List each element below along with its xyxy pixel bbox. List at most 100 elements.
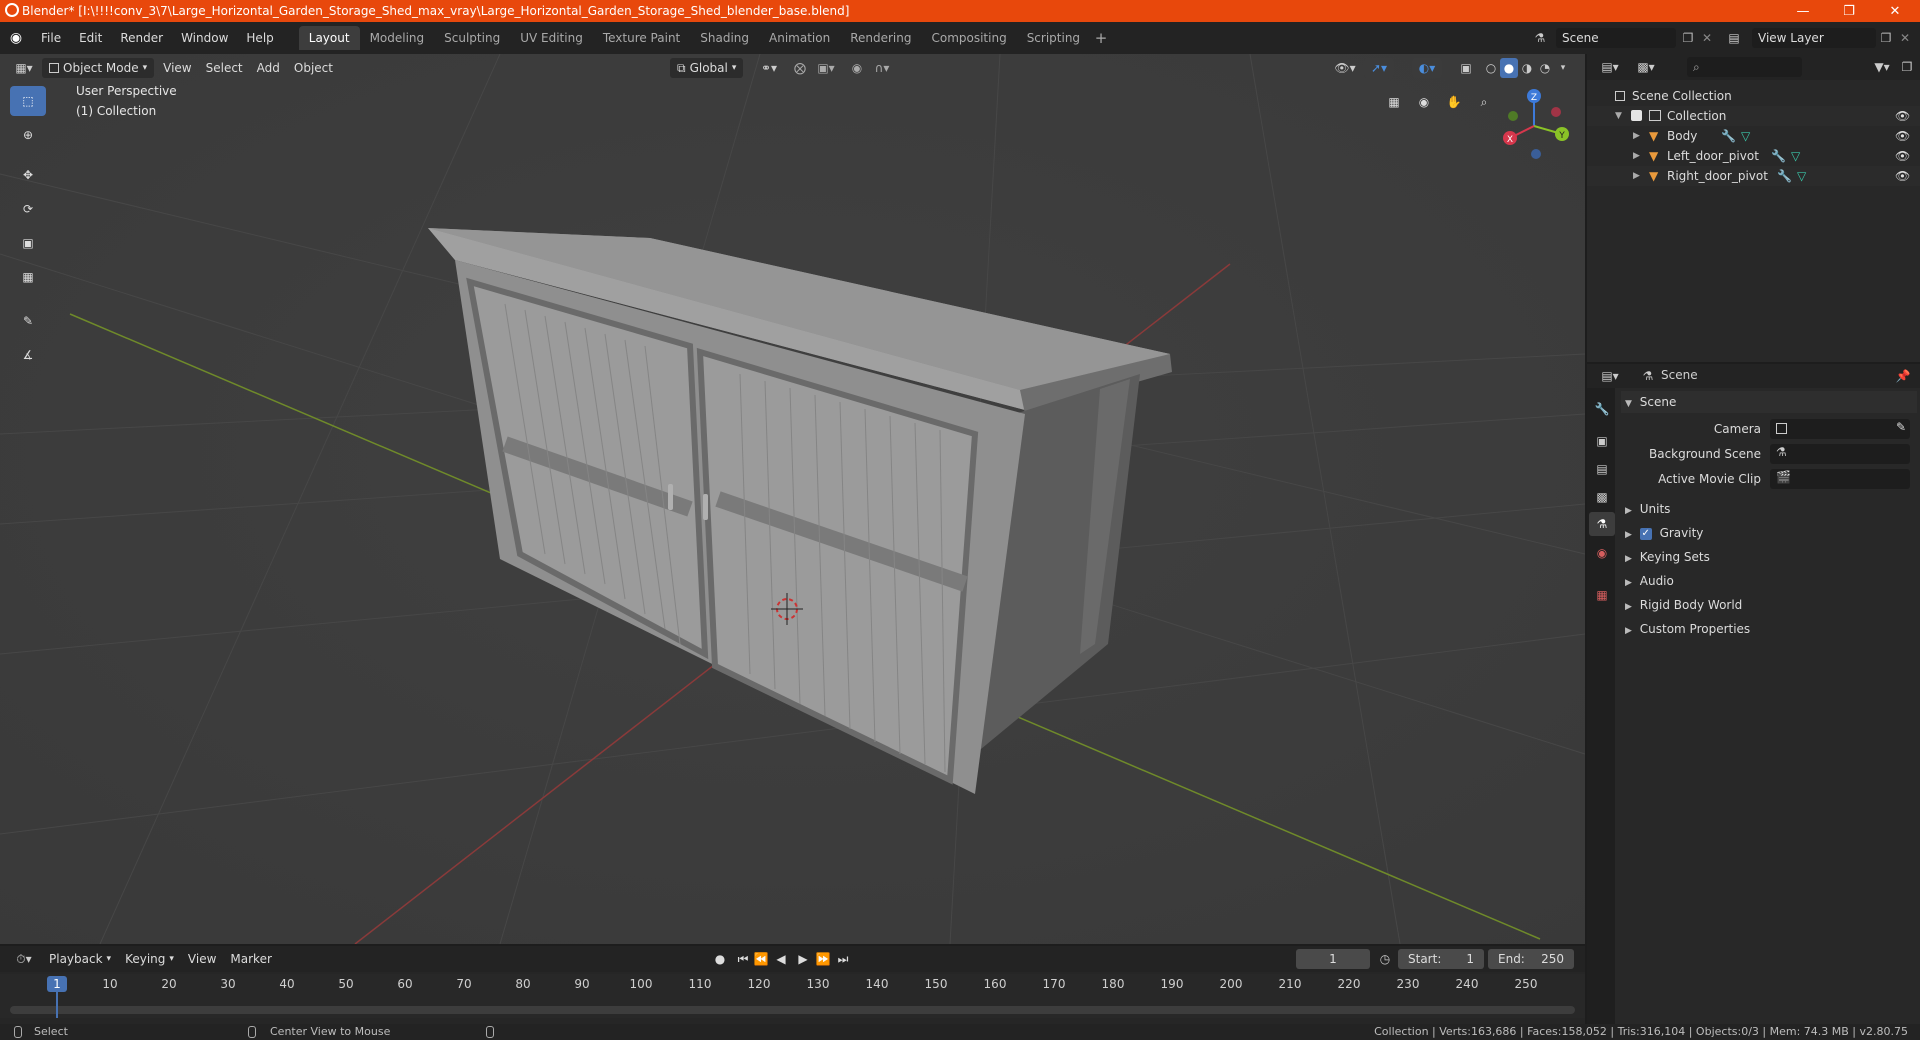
pan-hand-icon[interactable]: ✋ — [1442, 90, 1466, 114]
menu-render[interactable]: Render — [111, 27, 172, 49]
background-scene-field[interactable]: ⚗ — [1770, 444, 1910, 464]
start-frame-field[interactable]: Start: 1 — [1398, 949, 1484, 969]
menu-file[interactable]: File — [32, 27, 70, 49]
texture-tab-icon[interactable]: ▦ — [1591, 584, 1613, 606]
new-collection-icon[interactable]: ❐ — [1897, 57, 1917, 77]
pin-icon[interactable]: 📌 — [1893, 366, 1913, 386]
play-reverse-icon[interactable]: ◀ — [772, 950, 790, 968]
proportional-edit-icon[interactable]: ◉ — [848, 58, 866, 78]
outliner-collection[interactable]: ▼ Collection 👁 — [1587, 106, 1920, 126]
select-box-tool[interactable]: ⬚ — [10, 86, 46, 116]
3d-viewport[interactable] — [0, 54, 1585, 944]
clock-icon[interactable]: ◷ — [1376, 950, 1394, 968]
timeline-ruler[interactable]: 1 10 20 30 40 50 60 70 80 90 100 110 120 130 140 150 160… — [0, 974, 1585, 1018]
view-layer-icon[interactable]: ▤ — [1722, 28, 1746, 48]
gizmo-toggle-icon[interactable]: ➚▾ — [1364, 58, 1394, 78]
minimize-button[interactable]: — — [1780, 0, 1826, 22]
menu-help[interactable]: Help — [237, 27, 282, 49]
material-shading-icon[interactable]: ◑ — [1518, 58, 1536, 78]
new-view-layer-icon[interactable]: ❐ — [1876, 28, 1896, 48]
rotate-tool[interactable]: ⟳ — [10, 194, 46, 224]
view-layer-tab-icon[interactable]: ▩ — [1591, 486, 1613, 508]
blender-menu-icon[interactable]: ◉ — [0, 27, 32, 49]
audio-panel[interactable]: ▶ Audio — [1621, 570, 1917, 592]
play-icon[interactable]: ▶ — [794, 950, 812, 968]
tab-animation[interactable]: Animation — [759, 26, 840, 50]
menu-keying[interactable]: Keying ▾ — [118, 949, 181, 969]
delete-scene-icon[interactable]: ✕ — [1698, 28, 1716, 48]
cursor-tool[interactable]: ⊕ — [10, 120, 46, 150]
orientation-dropdown[interactable]: ⧉ Global ▾ — [670, 58, 744, 78]
current-frame-field[interactable]: 1 — [1296, 949, 1370, 969]
eyedropper-icon[interactable]: ✎ — [1896, 420, 1906, 434]
tab-layout[interactable]: Layout — [298, 26, 360, 50]
expand-arrow-icon[interactable]: ▶ — [1633, 146, 1640, 166]
close-button[interactable]: ✕ — [1872, 0, 1918, 22]
pivot-point-icon[interactable]: ⚭▾ — [755, 58, 783, 78]
measure-tool[interactable]: ∡ — [10, 340, 46, 370]
tab-modeling[interactable]: Modeling — [360, 26, 435, 50]
tab-texture-paint[interactable]: Texture Paint — [593, 26, 690, 50]
end-frame-field[interactable]: End: 250 — [1488, 949, 1574, 969]
add-workspace-icon[interactable]: + — [1090, 27, 1112, 49]
gravity-panel[interactable]: ▶ ✓ Gravity — [1621, 522, 1917, 544]
tab-compositing[interactable]: Compositing — [921, 26, 1016, 50]
visibility-icon[interactable]: 👁▾ — [1330, 58, 1360, 78]
rigid-body-world-panel[interactable]: ▶ Rigid Body World — [1621, 594, 1917, 616]
outliner-item-body[interactable]: ▶ ▼ Body 🔧 ▽ 👁 — [1587, 126, 1920, 146]
menu-playback[interactable]: Playback ▾ — [42, 949, 118, 969]
grid-view-icon[interactable]: ▦ — [1382, 90, 1406, 114]
scene-browse-icon[interactable]: ⚗ — [1528, 27, 1552, 49]
menu-object[interactable]: Object — [287, 58, 340, 78]
collection-checkbox[interactable] — [1631, 110, 1642, 121]
expand-arrow-icon[interactable]: ▶ — [1633, 126, 1640, 146]
jump-end-icon[interactable]: ⏭ — [834, 950, 852, 968]
eye-icon[interactable]: 👁 — [1895, 106, 1910, 126]
record-icon[interactable]: ● — [710, 950, 730, 968]
menu-add[interactable]: Add — [250, 58, 287, 78]
object-mode-dropdown[interactable]: Object Mode ▾ — [42, 58, 155, 78]
tab-scripting[interactable]: Scripting — [1017, 26, 1090, 50]
jump-keyframe-forward-icon[interactable]: ⏩ — [814, 950, 832, 968]
outliner-scene-collection[interactable]: Scene Collection — [1587, 86, 1920, 106]
outliner-item-right-door-pivot[interactable]: ▶ ▼ Right_door_pivot 🔧 ▽ 👁 — [1587, 166, 1920, 186]
editor-type-icon[interactable]: ▦▾ — [6, 58, 42, 78]
shading-options-icon[interactable]: ▾ — [1556, 58, 1570, 78]
eye-icon[interactable]: 👁 — [1895, 166, 1910, 186]
xray-icon[interactable]: ▣ — [1456, 58, 1476, 78]
falloff-icon[interactable]: ∩▾ — [868, 58, 896, 78]
display-mode-icon[interactable]: ▩▾ — [1631, 57, 1661, 77]
eye-icon[interactable]: 👁 — [1895, 126, 1910, 146]
wireframe-shading-icon[interactable]: ○ — [1482, 58, 1500, 78]
active-movie-clip-field[interactable]: 🎬 — [1770, 469, 1910, 489]
units-panel[interactable]: ▶ Units — [1621, 498, 1917, 520]
restore-button[interactable]: ❐ — [1826, 0, 1872, 22]
properties-editor-type-icon[interactable]: ▤▾ — [1595, 366, 1625, 386]
keying-sets-panel[interactable]: ▶ Keying Sets — [1621, 546, 1917, 568]
solid-shading-icon[interactable]: ● — [1500, 58, 1518, 78]
transform-tool[interactable]: ▦ — [10, 262, 46, 292]
timeline-scrollbar[interactable] — [10, 1006, 1575, 1014]
gravity-checkbox[interactable]: ✓ — [1639, 527, 1652, 540]
camera-field[interactable]: ✎ — [1770, 419, 1910, 439]
tab-rendering[interactable]: Rendering — [840, 26, 921, 50]
scale-tool[interactable]: ▣ — [10, 228, 46, 258]
tab-shading[interactable]: Shading — [690, 26, 759, 50]
menu-window[interactable]: Window — [172, 27, 237, 49]
world-tab-icon[interactable]: ◉ — [1591, 542, 1613, 564]
zoom-icon[interactable]: ⌕ — [1472, 90, 1496, 114]
delete-view-layer-icon[interactable]: ✕ — [1896, 28, 1914, 48]
custom-properties-panel[interactable]: ▶ Custom Properties — [1621, 618, 1917, 640]
camera-view-icon[interactable]: ◉ — [1412, 90, 1436, 114]
annotate-tool[interactable]: ✎ — [10, 306, 46, 336]
rendered-shading-icon[interactable]: ◔ — [1536, 58, 1554, 78]
tab-sculpting[interactable]: Sculpting — [434, 26, 510, 50]
menu-view[interactable]: View — [156, 58, 198, 78]
tool-tab-icon[interactable]: 🔧 — [1591, 398, 1613, 420]
render-tab-icon[interactable]: ▣ — [1591, 430, 1613, 452]
tab-uv-editing[interactable]: UV Editing — [510, 26, 593, 50]
overlay-toggle-icon[interactable]: ◐▾ — [1412, 58, 1442, 78]
filter-icon[interactable]: ▼▾ — [1869, 57, 1895, 77]
snap-target-icon[interactable]: ▣▾ — [812, 58, 840, 78]
jump-start-icon[interactable]: ⏮ — [734, 950, 752, 968]
